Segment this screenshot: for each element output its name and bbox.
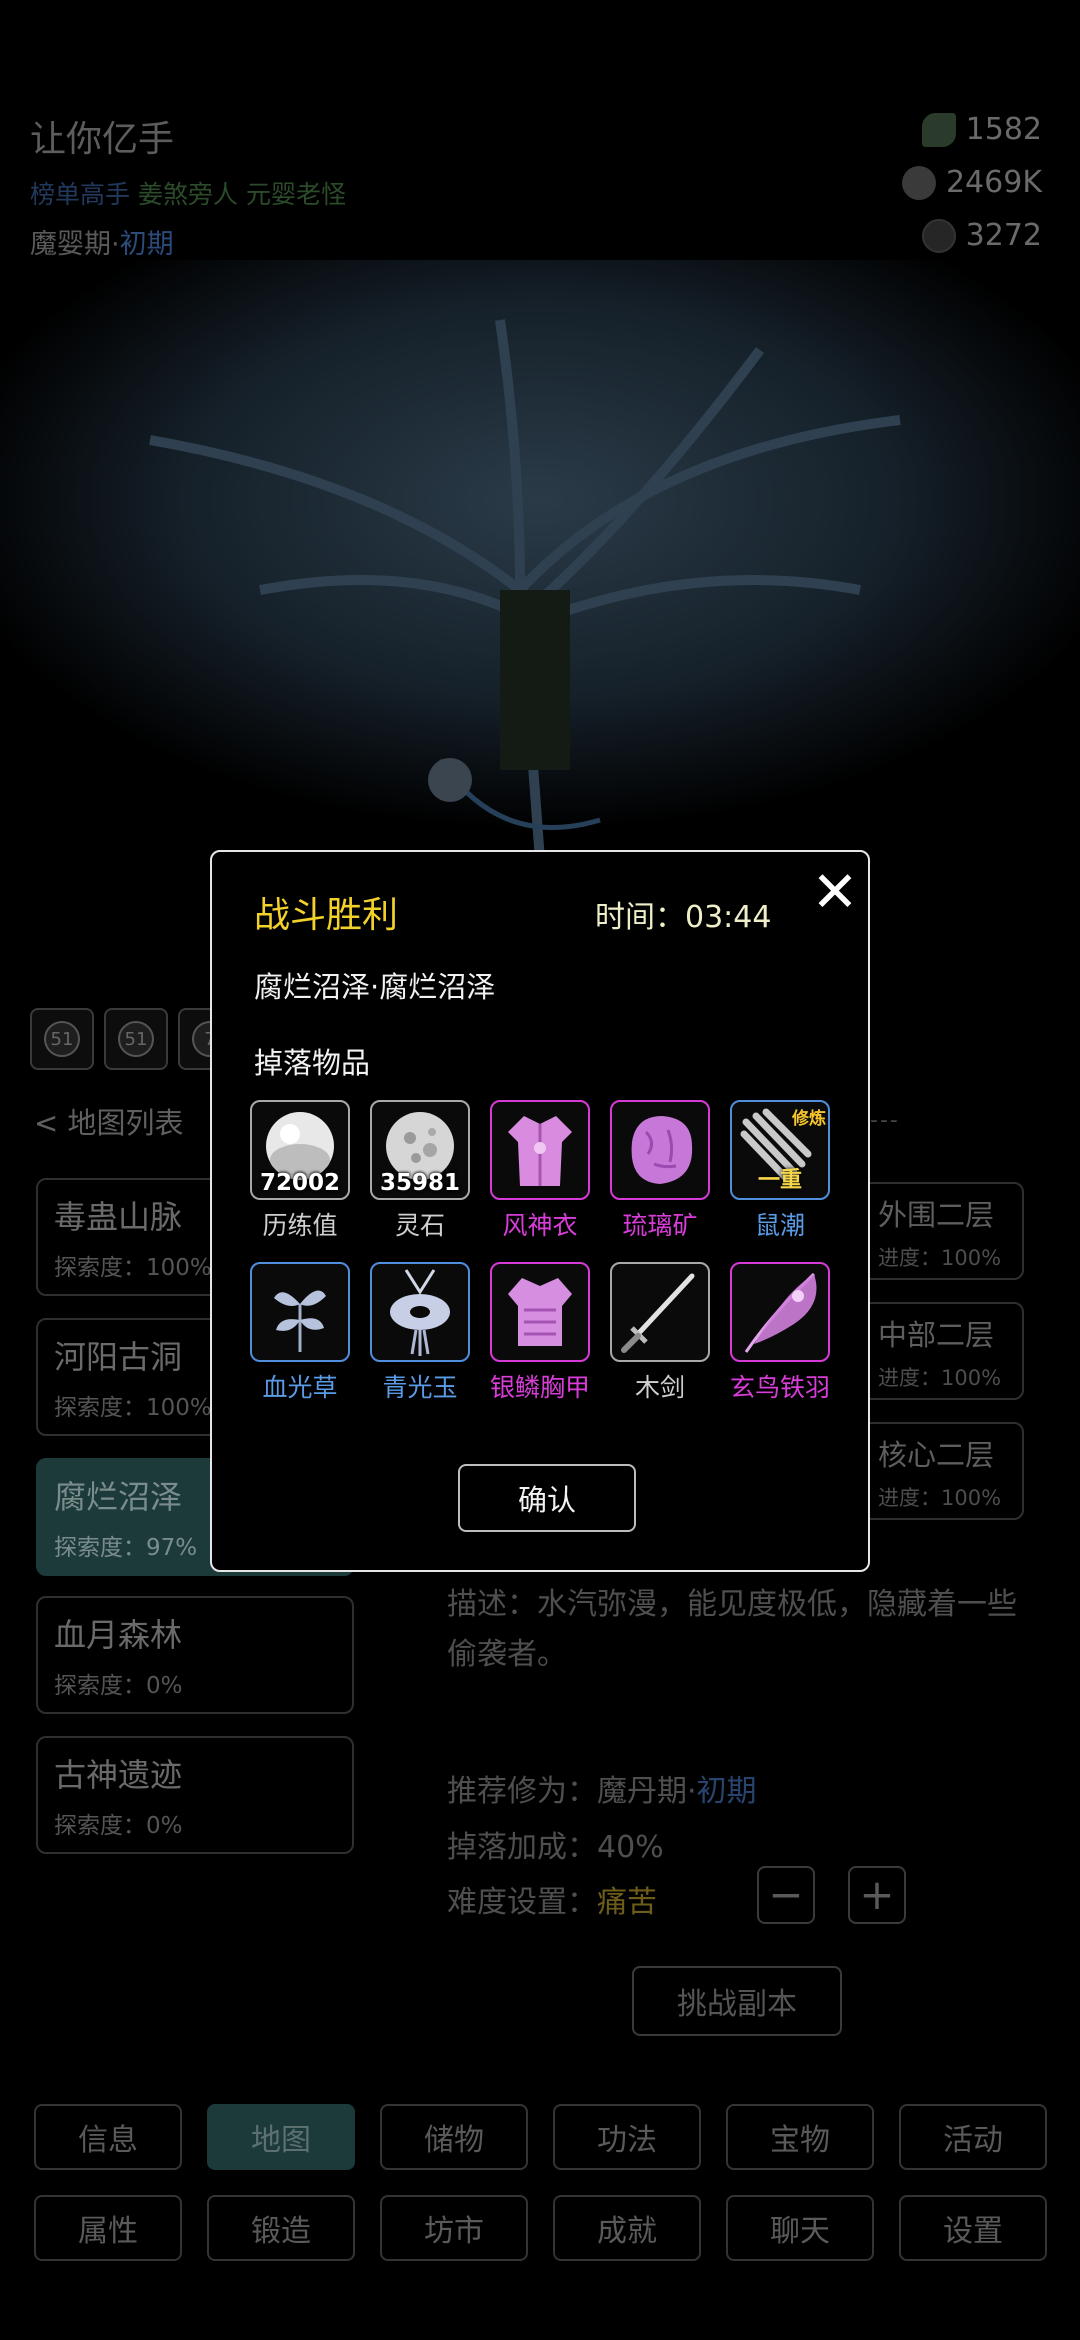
drops-label: 掉落物品: [254, 1046, 371, 1080]
floor-progress: 进度：100%: [878, 1366, 1002, 1390]
floor-name: 中部二层: [878, 1318, 995, 1352]
item-name: 风神衣: [502, 1211, 578, 1240]
item-name: 灵石: [394, 1211, 445, 1240]
map-list-back-link[interactable]: < 地图列表: [34, 1100, 184, 1142]
nav-forge[interactable]: 锻造: [207, 2195, 355, 2261]
nav-map[interactable]: 地图: [207, 2104, 355, 2170]
nav-market[interactable]: 坊市: [380, 2195, 528, 2261]
item-name: 血光草: [262, 1373, 338, 1402]
nav-settings[interactable]: 设置: [899, 2195, 1047, 2261]
nav-info[interactable]: 信息: [34, 2104, 182, 2170]
nav-attributes[interactable]: 属性: [34, 2195, 182, 2261]
map-description: 描述：水汽弥漫，能见度极低，隐藏着一些偷袭者。: [447, 1587, 1017, 1672]
quick-slot[interactable]: 51: [104, 1008, 168, 1070]
floor-card[interactable]: 核心二层 进度：100%: [862, 1422, 1024, 1520]
herb-icon: [921, 112, 956, 147]
item-name: 青光玉: [382, 1373, 458, 1402]
map-card[interactable]: 古神遗迹 探索度：0%: [36, 1736, 354, 1854]
floor-card[interactable]: 中部二层 进度：100%: [862, 1302, 1024, 1400]
herb-icon: [274, 1290, 326, 1352]
nav-treasure[interactable]: 宝物: [726, 2104, 874, 2170]
item-name: 银鳞胸甲: [490, 1373, 591, 1402]
nav-storage[interactable]: 储物: [380, 2104, 528, 2170]
resource-herb: 1582: [921, 112, 1042, 147]
item-name: 琉璃矿: [622, 1211, 698, 1240]
item-count: 72002: [259, 1170, 341, 1196]
close-icon[interactable]: ✕: [808, 865, 862, 922]
floor-progress: 进度：100%: [878, 1246, 1002, 1270]
drop-item[interactable]: 风神衣: [490, 1100, 594, 1240]
orb-icon: [921, 218, 956, 253]
player-titles: 榜单高手 姜煞旁人 元婴老怪: [30, 175, 354, 211]
title-badge: 元婴老怪: [246, 180, 347, 209]
item-grade: 一重: [757, 1168, 802, 1193]
drop-item[interactable]: 血光草: [250, 1262, 354, 1402]
floor-name: 外围二层: [878, 1198, 995, 1232]
resource-stone: 2469K: [901, 165, 1042, 200]
floor-progress: 进度：100%: [878, 1486, 1002, 1510]
item-name: 玄鸟铁羽: [730, 1373, 831, 1402]
difficulty-plus-button[interactable]: +: [848, 1866, 906, 1924]
confirm-button[interactable]: 确认: [458, 1464, 636, 1532]
armor-icon: [508, 1278, 572, 1346]
map-progress: 探索度：0%: [54, 1813, 183, 1839]
drop-item[interactable]: 35981 灵石: [370, 1100, 474, 1240]
robe-icon: [508, 1116, 572, 1186]
title-badge: 榜单高手: [30, 180, 131, 209]
map-card[interactable]: 血月森林 探索度：0%: [36, 1596, 354, 1714]
battle-time: 时间：03:44: [595, 900, 772, 935]
nav-achievements[interactable]: 成就: [553, 2195, 701, 2261]
item-tag: 修炼: [792, 1109, 826, 1129]
map-name: 血月森林: [54, 1616, 183, 1654]
item-name: 历练值: [262, 1211, 338, 1240]
map-name: 古神遗迹: [54, 1756, 183, 1794]
challenge-dungeon-button[interactable]: 挑战副本: [632, 1966, 842, 2036]
item-name: 木剑: [634, 1373, 685, 1402]
nav-activity[interactable]: 活动: [899, 2104, 1047, 2170]
resource-orb: 3272: [921, 218, 1042, 253]
item-name: 鼠潮: [754, 1211, 805, 1240]
map-progress: 探索度：0%: [54, 1673, 183, 1699]
floor-card[interactable]: 外围二层 进度：100%: [862, 1182, 1024, 1280]
stone-icon: [901, 165, 936, 200]
nav-skills[interactable]: 功法: [553, 2104, 701, 2170]
nav-chat[interactable]: 聊天: [726, 2195, 874, 2261]
quick-slot[interactable]: 51: [30, 1008, 94, 1070]
drop-item[interactable]: 修炼 一重 鼠潮: [730, 1100, 834, 1240]
item-count: 35981: [379, 1170, 461, 1196]
drop-item[interactable]: 青光玉: [370, 1262, 474, 1402]
floor-divider: ---: [870, 1108, 900, 1133]
drop-item[interactable]: 琉璃矿: [610, 1100, 714, 1240]
title-badge: 姜煞旁人: [138, 180, 239, 209]
drop-item[interactable]: 银鳞胸甲: [490, 1262, 594, 1402]
player-realm: 魔婴期·初期: [30, 229, 174, 260]
feather-icon: [744, 1272, 817, 1353]
drop-item[interactable]: 木剑: [610, 1262, 714, 1402]
sword-icon: [621, 1273, 695, 1353]
difficulty-minus-button[interactable]: −: [757, 1866, 815, 1924]
drop-item[interactable]: 72002 历练值: [250, 1100, 354, 1240]
drop-item[interactable]: 玄鸟铁羽: [730, 1262, 834, 1402]
difficulty-setting: 难度设置：痛苦: [447, 1885, 657, 1920]
map-scene-image: [0, 260, 1080, 860]
drop-bonus: 掉落加成：40%: [447, 1830, 664, 1865]
dialog-title: 战斗胜利: [254, 895, 399, 936]
floor-name: 核心二层: [878, 1438, 995, 1472]
jade-pendant-icon: [390, 1269, 450, 1356]
battle-result-dialog: 战斗胜利 时间：03:44 ✕ 腐烂沼泽·腐烂沼泽 掉落物品 72002 历练值…: [210, 850, 870, 1572]
ore-icon: [631, 1116, 693, 1184]
player-name: 让你亿手: [30, 119, 175, 160]
battle-location: 腐烂沼泽·腐烂沼泽: [254, 970, 496, 1004]
recommended-realm: 推荐修为：魔丹期·初期: [447, 1774, 757, 1809]
